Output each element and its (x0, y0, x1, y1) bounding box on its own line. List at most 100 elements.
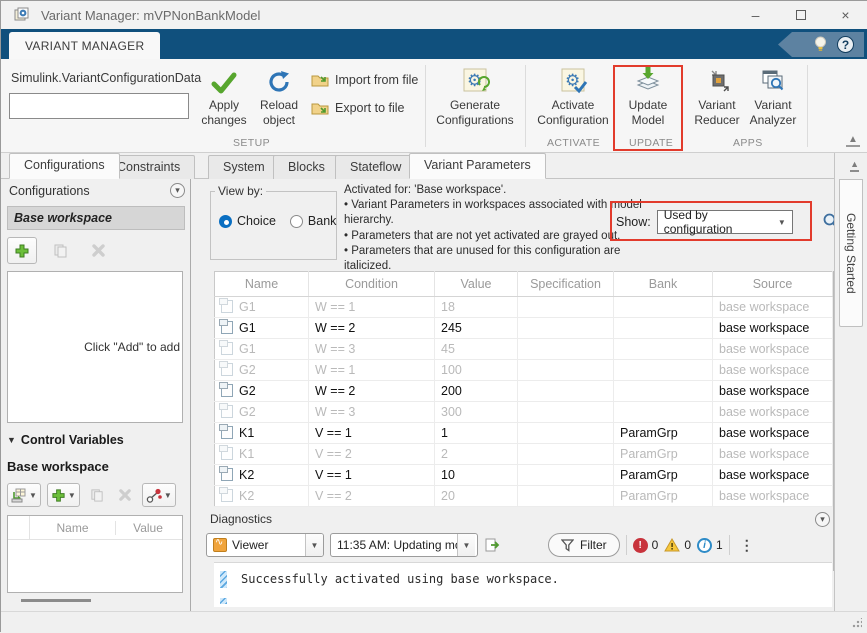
apply-changes-button[interactable]: Apply changes (197, 63, 251, 139)
delete-x-icon (91, 243, 106, 258)
reload-object-button[interactable]: Reload object (253, 63, 305, 139)
config-list-item-base-workspace[interactable]: Base workspace (7, 206, 185, 230)
param-table-body: G1W == 118base workspaceG1W == 2245base … (215, 297, 833, 507)
collapse-panel-icon[interactable]: ▲ (850, 159, 859, 172)
radio-bank[interactable]: Bank (290, 214, 337, 228)
control-variables-section[interactable]: ▼ Control Variables (7, 433, 124, 447)
cv-column-value: Value (116, 521, 180, 535)
table-row[interactable]: G1W == 345base workspace (215, 339, 833, 360)
column-value[interactable]: Value (435, 272, 518, 297)
copy-variable-button[interactable] (86, 483, 108, 507)
import-variables-button[interactable]: ▼ (7, 483, 41, 507)
control-variables-table[interactable]: Name Value (7, 515, 183, 593)
viewer-dropdown[interactable]: Viewer ▼ (206, 533, 324, 557)
viewer-icon (213, 538, 227, 552)
warning-count: 0 (684, 538, 691, 552)
cell-specification (518, 465, 614, 486)
cell-value: 200 (435, 381, 518, 402)
configurations-list[interactable]: Click "Add" to add (7, 271, 183, 423)
resize-grip[interactable] (852, 618, 862, 628)
error-count-badge[interactable]: ! 0 (633, 538, 659, 553)
more-options-icon[interactable]: ⋮ (736, 537, 758, 554)
column-bank[interactable]: Bank (614, 272, 713, 297)
tab-variant-parameters[interactable]: Variant Parameters (409, 153, 546, 179)
tab-stateflow[interactable]: Stateflow (335, 155, 416, 179)
copy-configuration-button[interactable] (45, 237, 75, 264)
table-row[interactable]: G2W == 1100base workspace (215, 360, 833, 381)
radio-choice[interactable]: Choice (219, 214, 276, 228)
activation-note-bullet: Parameters that are not yet activated ar… (344, 229, 644, 244)
diagnostics-log[interactable]: Successfully activated using base worksp… (214, 562, 832, 607)
close-button[interactable]: × (823, 1, 867, 29)
cell-source: base workspace (713, 360, 833, 381)
horizontal-scrollbar[interactable] (21, 599, 91, 602)
add-configuration-button[interactable] (7, 237, 37, 264)
getting-started-tab[interactable]: Getting Started (839, 179, 863, 327)
cell-value: 18 (435, 297, 518, 318)
table-row[interactable]: K2V == 110ParamGrpbase workspace (215, 465, 833, 486)
section-setup: SETUP (233, 137, 270, 149)
section-activate: ACTIVATE (547, 137, 600, 149)
table-row[interactable]: G1W == 2245base workspace (215, 318, 833, 339)
table-row[interactable]: G2W == 2200base workspace (215, 381, 833, 402)
generate-configurations-label: Generate Configurations (429, 98, 521, 128)
variant-analyzer-button[interactable]: Variant Analyzer (745, 63, 801, 139)
tab-variant-manager[interactable]: VARIANT MANAGER (9, 32, 160, 59)
info-count-badge[interactable]: i 1 (697, 538, 723, 553)
parameter-icon (221, 363, 233, 376)
control-variables-label: Control Variables (21, 433, 124, 447)
getting-started-label: Getting Started (844, 213, 858, 294)
export-log-icon (484, 537, 502, 553)
add-variable-button[interactable]: ▼ (47, 483, 80, 507)
dropdown-arrow-icon: ▼ (68, 491, 76, 500)
table-row[interactable]: K1V == 11ParamGrpbase workspace (215, 423, 833, 444)
export-log-button[interactable] (484, 537, 502, 553)
info-icon: i (697, 538, 712, 553)
delete-variable-button[interactable] (114, 483, 136, 507)
cell-condition: W == 2 (309, 318, 435, 339)
radio-bank-label: Bank (308, 214, 337, 228)
help-icon[interactable]: ? (837, 36, 854, 53)
import-from-file-button[interactable]: Import from file (311, 73, 418, 87)
warning-count-badge[interactable]: 0 (664, 538, 691, 552)
import-from-file-label: Import from file (335, 73, 418, 87)
panel-collapse-icon[interactable]: ▾ (170, 183, 185, 198)
parameter-table-header[interactable]: Name Condition Value Specification Bank … (215, 272, 833, 297)
cell-name: K2 (215, 465, 309, 486)
cell-specification (518, 360, 614, 381)
tab-blocks[interactable]: Blocks (273, 155, 340, 179)
diagnostics-collapse-icon[interactable]: ▾ (815, 512, 830, 527)
column-condition[interactable]: Condition (309, 272, 435, 297)
config-data-input[interactable] (9, 93, 189, 119)
table-row[interactable]: G1W == 118base workspace (215, 297, 833, 318)
column-specification[interactable]: Specification (518, 272, 614, 297)
ribbon-toolbar: Simulink.VariantConfigurationData Apply … (1, 59, 867, 153)
export-to-file-button[interactable]: Export to file (311, 101, 404, 115)
divider (525, 65, 526, 147)
cell-bank (614, 402, 713, 423)
chevron-down-icon: ▼ (457, 533, 475, 557)
column-source[interactable]: Source (713, 272, 833, 297)
configurations-panel-title: Configurations (9, 184, 90, 198)
log-marker (220, 571, 227, 588)
minimize-button[interactable]: – (733, 1, 778, 29)
parameter-icon (221, 426, 233, 439)
column-name[interactable]: Name (215, 272, 309, 297)
variant-reducer-button[interactable]: Variant Reducer (691, 63, 743, 139)
generate-configurations-button[interactable]: ⚙ Generate Configurations (429, 63, 521, 139)
table-row[interactable]: K2V == 220ParamGrpbase workspace (215, 486, 833, 507)
maximize-button[interactable] (778, 1, 823, 29)
activate-configuration-button[interactable]: ⚙ Activate Configuration (529, 63, 617, 139)
table-row[interactable]: K1V == 22ParamGrpbase workspace (215, 444, 833, 465)
link-variables-button[interactable]: ▼ (142, 483, 176, 507)
cell-value: 2 (435, 444, 518, 465)
cell-source: base workspace (713, 465, 833, 486)
tab-system[interactable]: System (208, 155, 280, 179)
tab-configurations[interactable]: Configurations (9, 153, 120, 179)
lightbulb-icon[interactable] (814, 36, 827, 53)
table-row[interactable]: G2W == 3300base workspace (215, 402, 833, 423)
collapse-toolstrip-icon[interactable]: ▲ (846, 135, 860, 147)
filter-button[interactable]: Filter (548, 533, 620, 557)
delete-configuration-button[interactable] (83, 237, 113, 264)
event-dropdown[interactable]: 11:35 AM: Updating mod ▼ (330, 533, 478, 557)
